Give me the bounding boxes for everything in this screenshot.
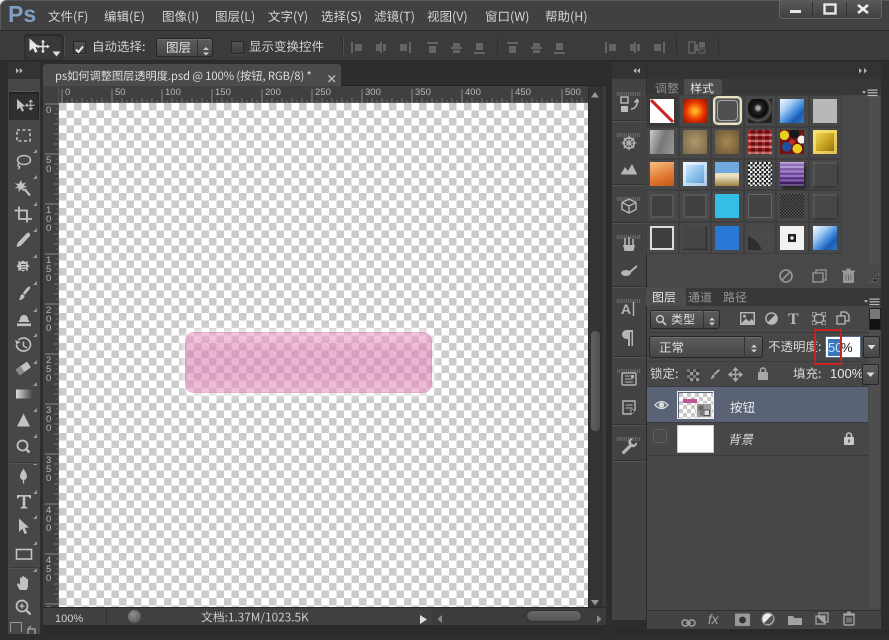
svg-text:A: A xyxy=(621,301,631,317)
svg-text:T: T xyxy=(788,311,799,326)
